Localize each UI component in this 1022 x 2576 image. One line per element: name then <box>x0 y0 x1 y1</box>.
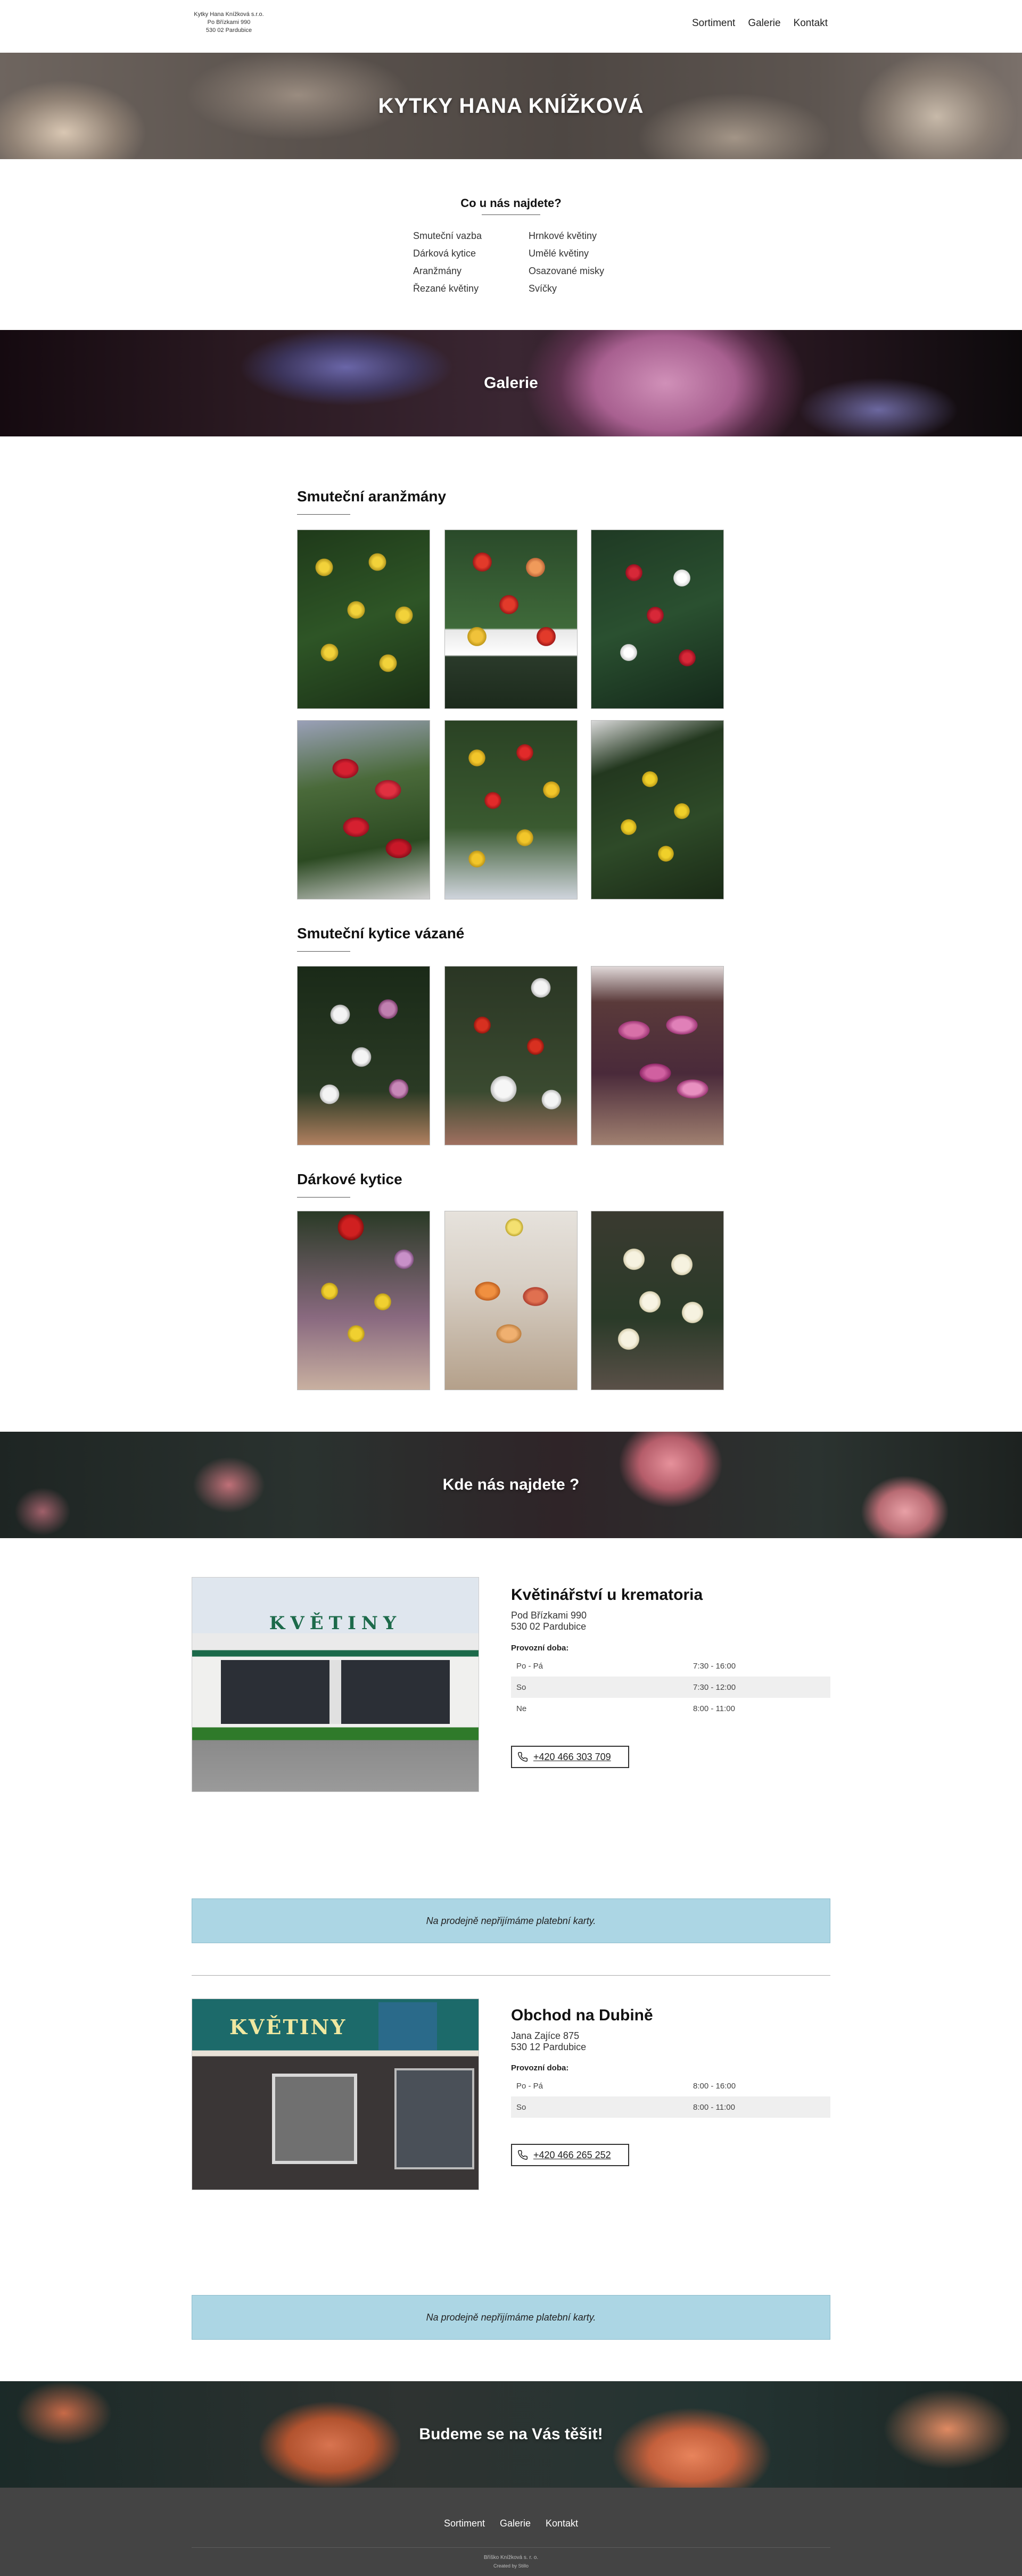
sortiment-item: Řezané květiny <box>413 283 479 294</box>
sortiment-item: Aranžmány <box>413 266 462 276</box>
shop-city: 530 12 Pardubice <box>511 2042 587 2052</box>
contact-title: Kde nás najdete ? <box>442 1476 580 1493</box>
footer-divider <box>192 2547 830 2548</box>
gallery-photo[interactable] <box>591 966 724 1145</box>
sortiment-item: Osazované misky <box>529 266 605 276</box>
hours-day: Ne <box>516 1704 527 1713</box>
brand-city: 530 02 Pardubice <box>205 27 252 34</box>
hours-time: 8:00 - 16:00 <box>693 2081 736 2091</box>
gallery-photo[interactable] <box>591 1211 724 1390</box>
hours-row: Po - Pá 8:00 - 16:00 <box>511 2075 830 2096</box>
shop-divider <box>192 1975 830 1976</box>
sortiment-item: Hrnkové květiny <box>529 230 597 241</box>
gallery-title: Galerie <box>484 374 538 392</box>
phone-icon <box>518 2150 528 2160</box>
hours-day: Po - Pá <box>516 1661 543 1671</box>
shop-address: Pod Břízkami 990 530 02 Pardubice <box>511 1610 587 1632</box>
hours-time: 7:30 - 12:00 <box>693 1682 736 1692</box>
brand-address[interactable]: Kytky Hana Knížková s.r.o. Po Břízkami 9… <box>189 11 269 35</box>
footer-nav-kontakt[interactable]: Kontakt <box>546 2518 578 2529</box>
sortiment-column-2: Hrnkové květiny Umělé květiny Osazované … <box>529 230 604 294</box>
gallery-photo[interactable] <box>297 966 430 1145</box>
sortiment-item: Smuteční vazba <box>413 230 482 241</box>
shop-street: Jana Zajíce 875 <box>511 2030 580 2041</box>
gallery-section-title: Dárkové kytice <box>297 1171 402 1187</box>
footer-nav-galerie[interactable]: Galerie <box>500 2518 531 2529</box>
sortiment-item: Umělé květiny <box>529 248 589 259</box>
footer-credits[interactable]: Created by Stillo <box>0 2563 1022 2569</box>
contact-banner: Kde nás najdete ? <box>0 1432 1022 1538</box>
nav-sortiment[interactable]: Sortiment <box>692 18 735 29</box>
shop-photo: KVĚTINY <box>192 1999 479 2190</box>
shop-side-sign <box>378 2002 437 2050</box>
footer-copyright: Bříško Knížková s. r. o. <box>483 2555 539 2561</box>
shop-sign: KVĚTINY <box>269 1613 402 1634</box>
shop-name: Květinářství u krematoria <box>511 1586 703 1604</box>
brand-street: Po Břízkami 990 <box>207 19 251 26</box>
shop-door <box>394 2068 474 2169</box>
gallery-photo[interactable] <box>444 966 578 1145</box>
hero-title: KYTKY HANA KNÍŽKOVÁ <box>378 94 644 118</box>
sortiment-item: Dárková kytice <box>413 248 476 259</box>
footer-nav-sortiment[interactable]: Sortiment <box>444 2518 485 2529</box>
hours-time: 8:00 - 11:00 <box>693 2102 735 2112</box>
nav-kontakt[interactable]: Kontakt <box>794 18 828 29</box>
closing-title: Budeme se na Vás těšit! <box>419 2425 603 2443</box>
shop-name: Obchod na Dubině <box>511 2007 653 2024</box>
hero-banner: KYTKY HANA KNÍŽKOVÁ <box>0 53 1022 159</box>
gallery-photo[interactable] <box>297 720 430 899</box>
gallery-banner: Galerie <box>0 330 1022 436</box>
hours-row: So 7:30 - 12:00 <box>511 1677 830 1698</box>
phone-button[interactable]: +420 466 265 252 <box>511 2144 629 2166</box>
gallery-photo[interactable] <box>297 530 430 709</box>
gallery-section-underline <box>297 514 350 515</box>
hours-time: 8:00 - 11:00 <box>693 1704 735 1713</box>
sortiment-title: Co u nás najdete? <box>460 196 562 210</box>
footer-nav: Sortiment Galerie Kontakt <box>0 2518 1022 2529</box>
shop-address: Jana Zajíce 875 530 12 Pardubice <box>511 2030 586 2053</box>
site-header: Kytky Hana Knížková s.r.o. Po Břízkami 9… <box>0 0 1022 53</box>
hours-time: 7:30 - 16:00 <box>693 1661 736 1671</box>
sortiment-section: Co u nás najdete? Smuteční vazba Dárková… <box>0 159 1022 330</box>
hours-day: So <box>516 2102 526 2112</box>
shop-city: 530 02 Pardubice <box>511 1621 587 1632</box>
gallery-section-title: Smuteční kytice vázané <box>297 925 465 942</box>
gallery-section-underline <box>297 1197 350 1198</box>
hours-row: Po - Pá 7:30 - 16:00 <box>511 1655 830 1677</box>
closing-banner: Budeme se na Vás těšit! <box>0 2381 1022 2488</box>
gallery-section-underline <box>297 951 350 952</box>
hours-label: Provozní doba: <box>511 1644 569 1653</box>
gallery-section-title: Smuteční aranžmány <box>297 488 447 505</box>
hours-day: So <box>516 1682 526 1692</box>
main-nav: Sortiment Galerie Kontakt <box>692 18 828 29</box>
gallery-photo[interactable] <box>297 1211 430 1390</box>
brand-name: Kytky Hana Knížková s.r.o. <box>194 11 264 18</box>
payment-notice: Na prodejně nepřijímáme platební karty. <box>192 1898 830 1943</box>
sortiment-underline <box>482 214 540 215</box>
opening-hours-table: Po - Pá 7:30 - 16:00 So 7:30 - 12:00 Ne 8:0… <box>511 1655 830 1719</box>
hours-row: So 8:00 - 11:00 <box>511 2096 830 2118</box>
phone-icon <box>518 1752 528 1762</box>
nav-galerie[interactable]: Galerie <box>748 18 780 29</box>
hours-row: Ne 8:00 - 11:00 <box>511 1698 830 1719</box>
shop-street: Pod Břízkami 990 <box>511 1610 587 1621</box>
shop-photo: KVĚTINY <box>192 1577 479 1792</box>
phone-number: +420 466 303 709 <box>533 1751 611 1762</box>
payment-notice: Na prodejně nepřijímáme platební karty. <box>192 2295 830 2340</box>
shop-sign: KVĚTINY <box>229 2015 347 2039</box>
sortiment-item: Svíčky <box>529 283 557 294</box>
gallery-photo[interactable] <box>591 720 724 899</box>
phone-number: +420 466 265 252 <box>533 2149 611 2160</box>
gallery-photo[interactable] <box>591 530 724 709</box>
shop-window <box>272 2074 357 2164</box>
gallery-photo[interactable] <box>444 530 578 709</box>
site-footer: Sortiment Galerie Kontakt Bříško Knížkov… <box>0 2488 1022 2576</box>
gallery-photo[interactable] <box>444 720 578 899</box>
opening-hours-table: Po - Pá 8:00 - 16:00 So 8:00 - 11:00 <box>511 2075 830 2118</box>
hours-label: Provozní doba: <box>511 2063 569 2073</box>
sortiment-column-1: Smuteční vazba Dárková kytice Aranžmány … <box>413 230 482 294</box>
hours-day: Po - Pá <box>516 2081 543 2091</box>
phone-button[interactable]: +420 466 303 709 <box>511 1746 629 1768</box>
gallery-photo[interactable] <box>444 1211 578 1390</box>
